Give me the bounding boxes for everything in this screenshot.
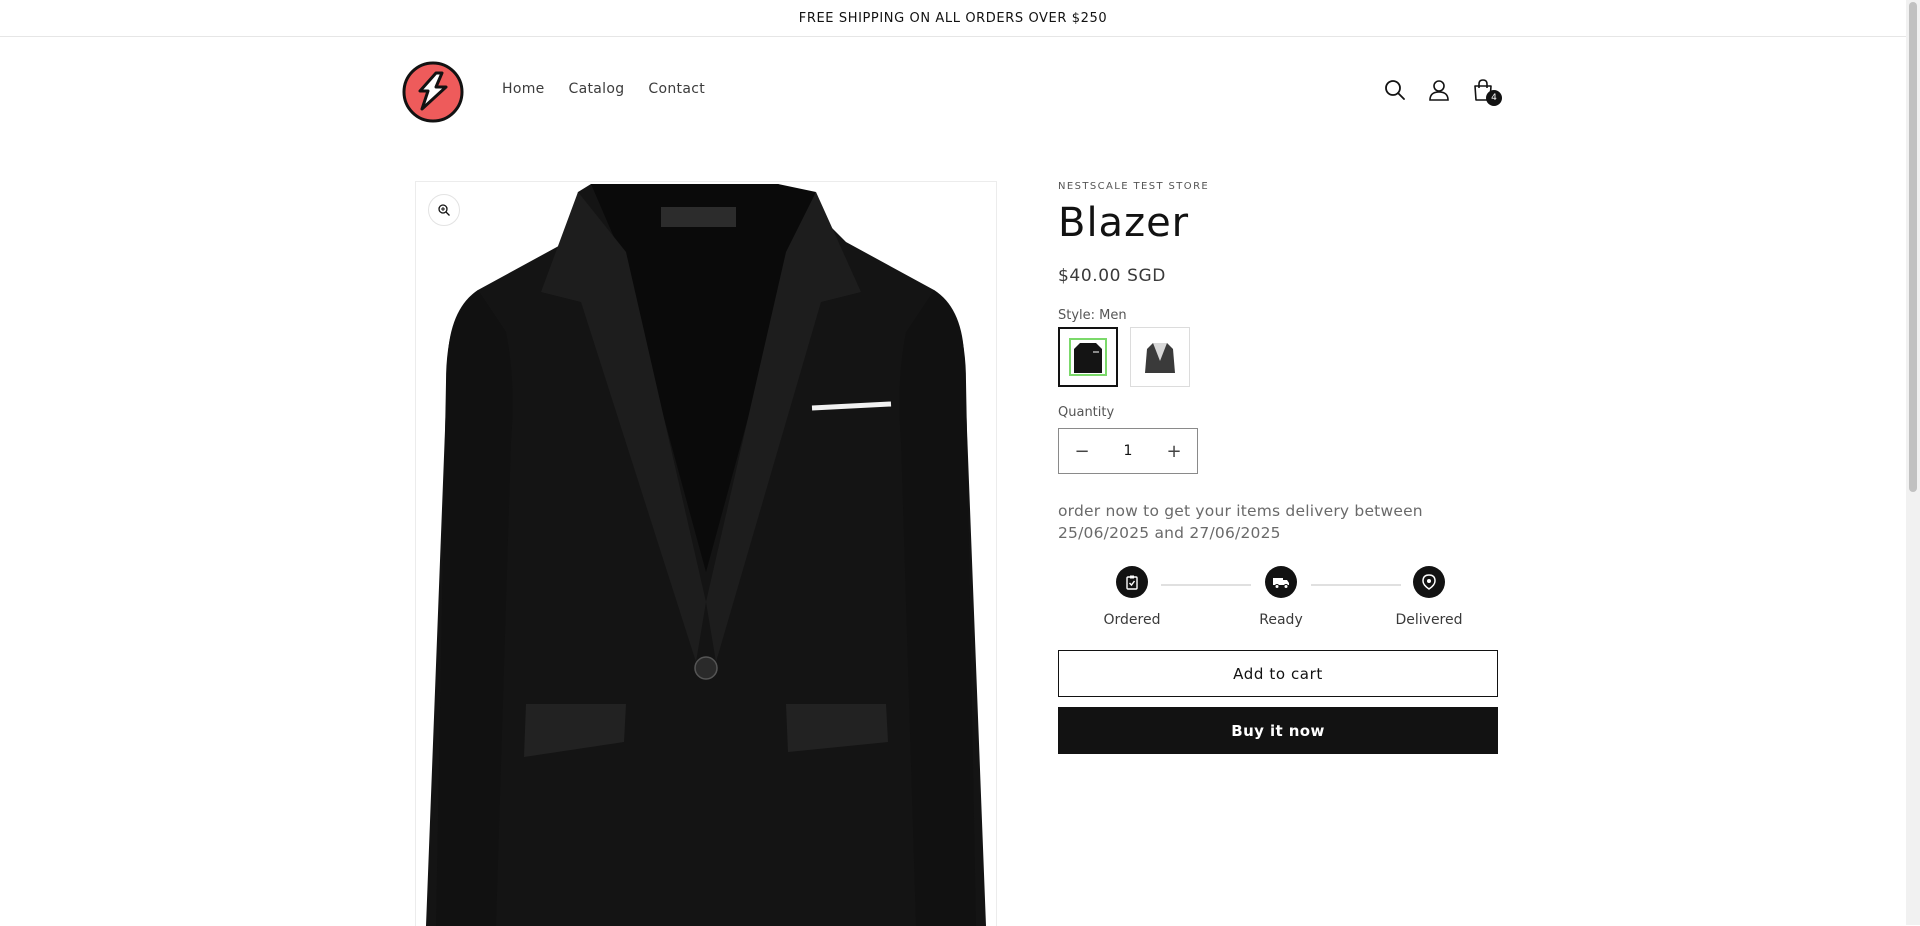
zoom-button[interactable]	[428, 194, 460, 226]
timeline-label: Ordered	[1103, 612, 1161, 628]
store-logo[interactable]	[402, 61, 464, 123]
announcement-text: FREE SHIPPING ON ALL ORDERS OVER $250	[798, 10, 1108, 26]
header-icons: 4	[1382, 77, 1502, 106]
nav-contact[interactable]: Contact	[648, 81, 705, 97]
timeline-step-ordered: Ordered	[1087, 566, 1177, 628]
product-info: NESTSCALE TEST STORE Blazer $40.00 SGD S…	[1058, 181, 1498, 754]
zoom-icon	[438, 204, 450, 216]
product-vendor: NESTSCALE TEST STORE	[1058, 181, 1210, 192]
swatch-women[interactable]	[1130, 327, 1190, 387]
delivery-estimate: order now to get your items delivery bet…	[1058, 502, 1423, 542]
nav-home[interactable]: Home	[502, 81, 545, 97]
announcement-bar: FREE SHIPPING ON ALL ORDERS OVER $250	[0, 0, 1906, 37]
account-icon[interactable]	[1426, 77, 1452, 103]
swatch-men[interactable]	[1058, 327, 1118, 387]
main-nav: Home Catalog Contact	[502, 81, 729, 97]
delivery-timeline: Ordered Ready Delivered	[1058, 566, 1498, 636]
site-header: Home Catalog Contact 4	[0, 37, 1906, 145]
nav-catalog[interactable]: Catalog	[569, 81, 625, 97]
quantity-decrease-button[interactable]: −	[1059, 429, 1105, 473]
product-gallery	[415, 181, 997, 926]
style-label: Style: Men	[1058, 308, 1127, 323]
scrollbar-thumb[interactable]	[1909, 2, 1917, 492]
product-title: Blazer	[1058, 200, 1190, 246]
product-price: $40.00 SGD	[1058, 266, 1166, 286]
quantity-input[interactable]	[1106, 442, 1150, 460]
timeline-label: Delivered	[1395, 612, 1463, 628]
cart-icon[interactable]: 4	[1470, 77, 1502, 106]
search-icon[interactable]	[1382, 77, 1408, 103]
map-pin-icon	[1413, 566, 1445, 598]
truck-icon	[1265, 566, 1297, 598]
buy-now-button[interactable]: Buy it now	[1058, 707, 1498, 754]
quantity-increase-button[interactable]: +	[1151, 429, 1197, 473]
timeline-step-delivered: Delivered	[1384, 566, 1474, 628]
style-swatches	[1058, 327, 1498, 387]
clipboard-check-icon	[1116, 566, 1148, 598]
timeline-step-ready: Ready	[1236, 566, 1326, 628]
product-image-blazer[interactable]	[416, 182, 996, 926]
quantity-label: Quantity	[1058, 405, 1115, 420]
cart-count-badge: 4	[1486, 90, 1502, 106]
add-to-cart-button[interactable]: Add to cart	[1058, 650, 1498, 697]
timeline-label: Ready	[1259, 612, 1303, 628]
quantity-stepper: − +	[1058, 428, 1198, 474]
page-scrollbar[interactable]	[1906, 0, 1920, 925]
